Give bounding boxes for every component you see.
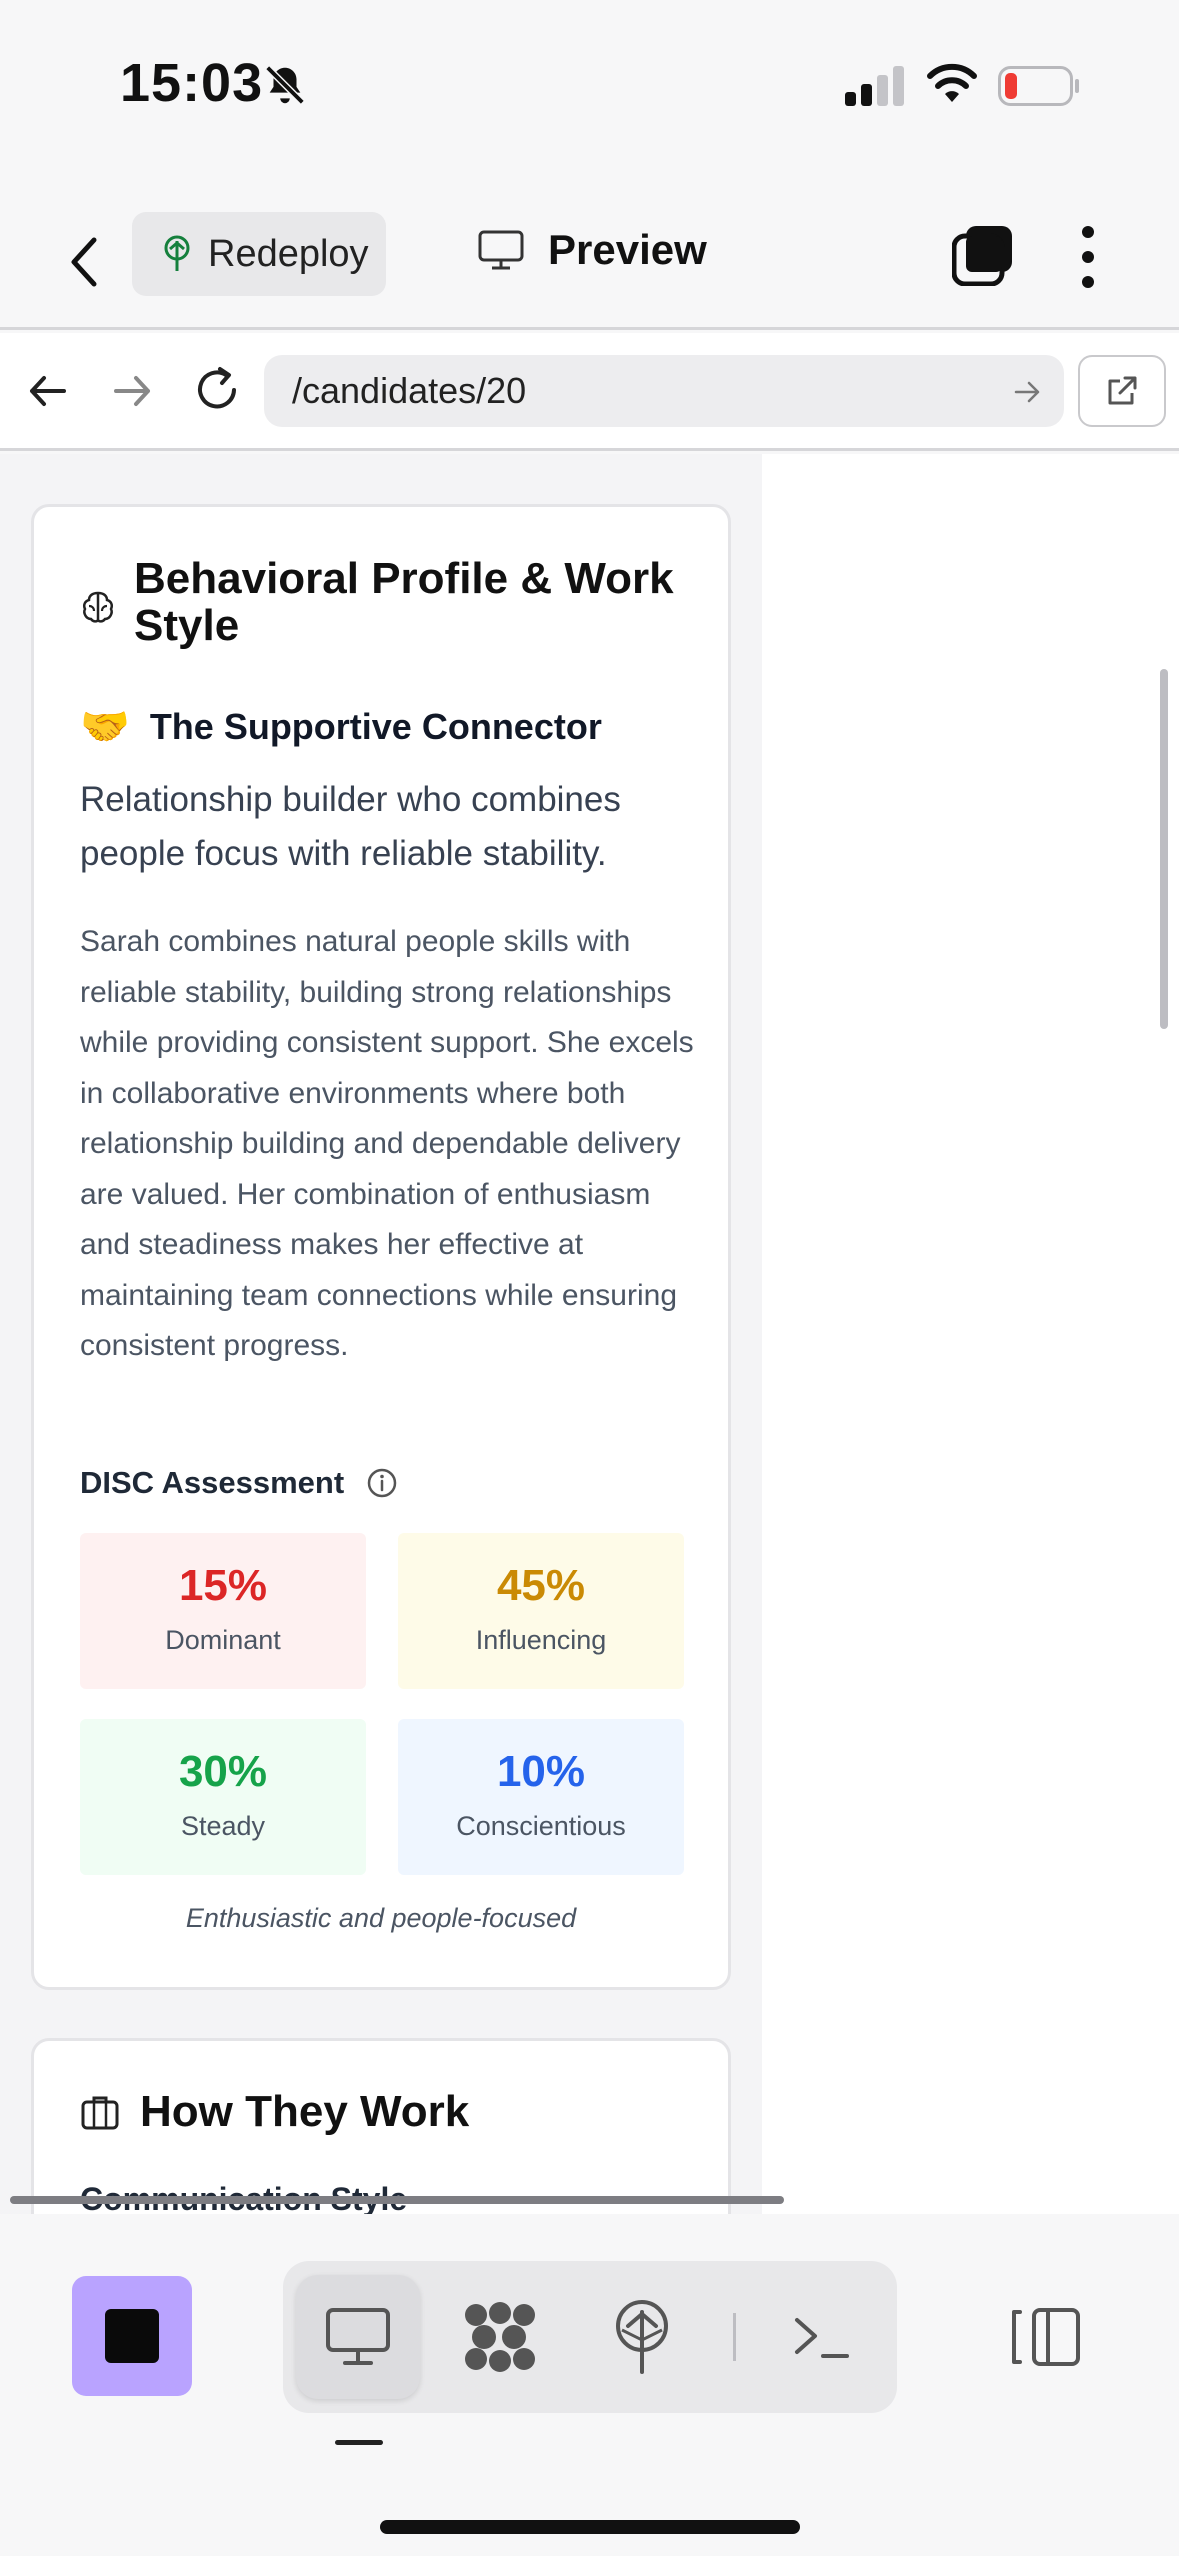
arrow-left-icon[interactable]	[24, 367, 72, 415]
deploy-tree-icon	[616, 2300, 668, 2374]
web-preview-viewport[interactable]: Behavioral Profile & Work Style 🤝 The Su…	[0, 454, 1179, 2214]
deploy-tree-icon	[164, 235, 190, 271]
disc-tile-influencing: 45% Influencing	[398, 1533, 684, 1689]
behavioral-profile-card: Behavioral Profile & Work Style 🤝 The Su…	[31, 504, 731, 1990]
stop-icon	[105, 2309, 159, 2363]
app-toolbar: Redeploy Preview	[0, 190, 1179, 330]
arrow-right-icon[interactable]	[108, 367, 156, 415]
go-arrow-icon[interactable]	[1012, 377, 1042, 407]
handshake-icon: 🤝	[80, 705, 130, 749]
disc-percent: 10%	[496, 1747, 586, 1796]
card-title: How They Work	[80, 2087, 469, 2137]
disc-percent: 30%	[178, 1747, 268, 1796]
layers-icon[interactable]	[952, 224, 1014, 286]
disc-tile-conscientious: 10% Conscientious	[398, 1719, 684, 1875]
horizontal-scrollbar[interactable]	[10, 2196, 784, 2204]
toolbar-divider	[733, 2313, 736, 2361]
disc-label: Conscientious	[456, 1811, 626, 1841]
monitor-icon	[478, 230, 524, 270]
chevron-left-icon[interactable]	[62, 232, 106, 292]
signal-icon	[845, 66, 904, 106]
terminal-icon	[795, 2318, 849, 2358]
disc-percent: 45%	[496, 1561, 586, 1610]
archetype-name: The Supportive Connector	[149, 705, 602, 747]
status-bar: 15:03	[0, 0, 1179, 180]
profile-tagline: Relationship builder who combines people…	[80, 780, 621, 873]
briefcase-icon	[81, 2096, 119, 2130]
brain-icon	[82, 591, 114, 623]
active-tab-indicator	[335, 2440, 383, 2445]
url-input[interactable]: /candidates/20	[264, 355, 1064, 427]
disc-tile-steady: 30% Steady	[80, 1719, 366, 1875]
disc-tile-dominant: 15% Dominant	[80, 1533, 366, 1689]
desktop-view-button[interactable]	[296, 2275, 420, 2399]
deploy-view-button[interactable]	[580, 2275, 704, 2399]
disc-label: Influencing	[475, 1625, 607, 1655]
profile-summary: Sarah combines natural people skills wit…	[80, 925, 694, 1362]
status-time: 15:03	[120, 53, 264, 113]
how-they-work-card: How They Work Communication Style	[31, 2038, 731, 2214]
redeploy-button[interactable]: Redeploy	[132, 212, 386, 296]
preview-label: Preview	[548, 226, 707, 273]
more-vertical-icon[interactable]	[1070, 224, 1106, 290]
card-title: Behavioral Profile & Work Style	[80, 555, 694, 649]
how-they-work-title: How They Work	[140, 2087, 470, 2136]
disc-label: Steady	[180, 1811, 266, 1841]
view-switcher	[283, 2261, 897, 2413]
browser-address-bar: /candidates/20	[0, 333, 1179, 451]
open-external-button[interactable]	[1078, 355, 1166, 427]
grid-blob-icon	[465, 2302, 535, 2372]
external-link-icon	[1108, 376, 1137, 405]
disc-heading: DISC Assessment	[80, 1465, 398, 1501]
battery-low-icon	[998, 66, 1079, 106]
split-panel-icon[interactable]	[1010, 2306, 1082, 2368]
disc-caption: Enthusiastic and people-focused	[185, 1903, 577, 1933]
disc-heading-label: DISC Assessment	[80, 1465, 345, 1500]
desktop-icon	[326, 2308, 390, 2365]
profile-archetype: 🤝 The Supportive Connector	[80, 703, 602, 750]
terminal-view-button[interactable]	[759, 2275, 883, 2399]
reload-icon[interactable]	[190, 363, 244, 417]
bottom-toolbar	[0, 2214, 1179, 2556]
preview-tab[interactable]: Preview	[478, 226, 707, 274]
candidate-left-column: Behavioral Profile & Work Style 🤝 The Su…	[0, 454, 762, 2214]
disc-label: Dominant	[165, 1625, 281, 1655]
stop-button[interactable]	[72, 2276, 192, 2396]
info-icon[interactable]	[366, 1467, 398, 1499]
home-indicator[interactable]	[380, 2520, 800, 2534]
disc-percent: 15%	[178, 1561, 268, 1610]
components-view-button[interactable]	[438, 2275, 562, 2399]
behavioral-profile-title: Behavioral Profile & Work Style	[134, 554, 674, 650]
bell-off-icon	[265, 65, 305, 105]
url-text: /candidates/20	[292, 370, 527, 411]
wifi-icon	[927, 63, 977, 102]
vertical-scrollbar[interactable]	[1160, 669, 1168, 1029]
redeploy-label: Redeploy	[208, 232, 369, 275]
